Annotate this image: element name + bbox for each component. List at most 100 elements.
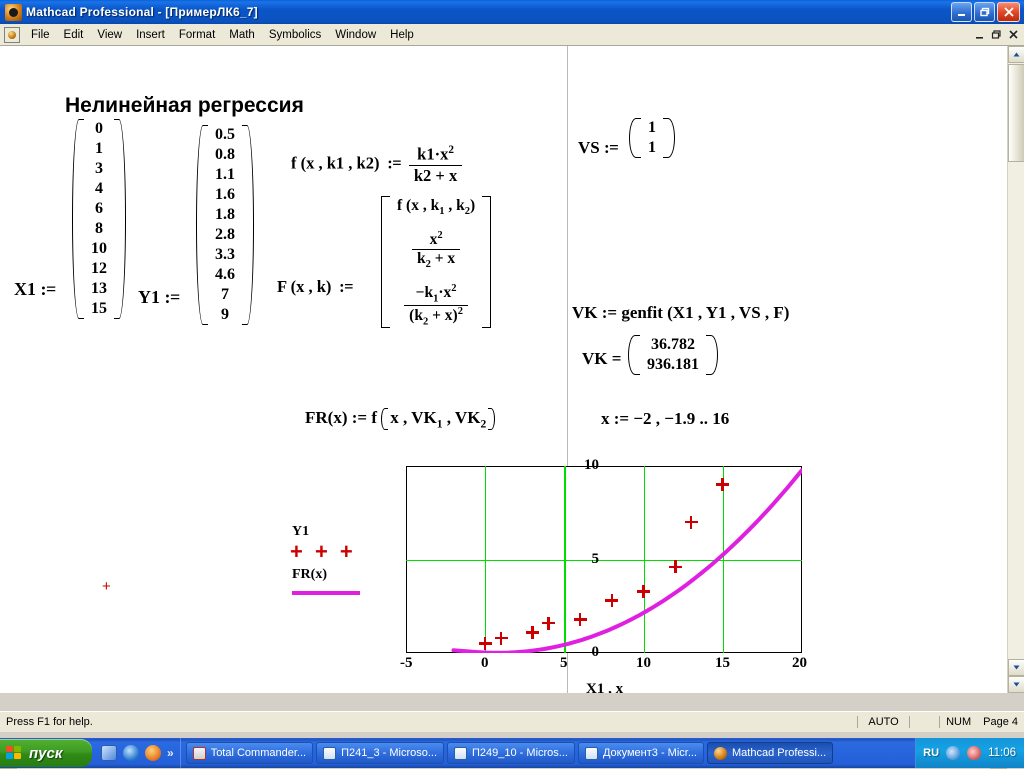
- x-axis-tick: 0: [481, 655, 489, 671]
- show-desktop-icon[interactable]: [101, 745, 117, 761]
- vector-paren-right: [242, 125, 254, 325]
- menu-format[interactable]: Format: [172, 27, 222, 43]
- mdi-minimize-button[interactable]: [971, 28, 987, 42]
- y1-label: Y1 :=: [138, 287, 180, 307]
- task-label: Mathcad Professi...: [732, 747, 827, 759]
- task-button[interactable]: Документ3 - Micr...: [577, 742, 704, 764]
- x1-value: 13: [91, 280, 107, 297]
- trace-label-y1: Y1: [292, 524, 310, 539]
- y1-value: 1.6: [215, 186, 235, 203]
- bigf-label: F (x , k) :=: [277, 277, 354, 296]
- start-button-label: пуск: [29, 744, 63, 762]
- bigf-row-3: −k1·x2 (k2 + x)2: [390, 282, 482, 328]
- start-button[interactable]: пуск: [0, 739, 92, 767]
- scroll-page-down-button[interactable]: [1008, 676, 1024, 693]
- mdi-close-button[interactable]: [1005, 28, 1021, 42]
- x1-value: 12: [91, 260, 107, 277]
- menu-file[interactable]: File: [24, 27, 57, 43]
- data-point: [526, 625, 540, 639]
- clock[interactable]: 11:06: [988, 747, 1016, 759]
- data-point: [637, 584, 651, 598]
- volume-icon[interactable]: [946, 746, 961, 760]
- y1-vector: 0.5 0.8 1.1 1.6 1.8 2.8 3.3 4.6 7 9: [196, 125, 254, 325]
- menu-window[interactable]: Window: [328, 27, 383, 43]
- language-indicator[interactable]: RU: [923, 747, 939, 759]
- bigf-matrix: f (x , k1 , k2) x2 k2 + x −k1·x2 (k2 + x…: [381, 196, 492, 328]
- xy-plot[interactable]: [406, 466, 802, 653]
- y1-value: 0.8: [215, 146, 235, 163]
- y1-value: 1.1: [215, 166, 235, 183]
- task-label: П241_3 - Microso...: [341, 747, 438, 759]
- data-point: [573, 612, 587, 626]
- y1-value: 4.6: [215, 266, 235, 283]
- x1-value: 1: [95, 140, 103, 157]
- x-axis-label: X1 , x: [586, 681, 624, 693]
- f-fraction: k1·x2 k2 + x: [408, 144, 463, 186]
- menu-view[interactable]: View: [90, 27, 129, 43]
- paren-left: [381, 408, 389, 431]
- mathcad-worksheet[interactable]: Нелинейная регрессия X1 := 0 1 3 4 6 8 1…: [0, 46, 1007, 693]
- task-button[interactable]: П249_10 - Micros...: [447, 742, 575, 764]
- internet-explorer-icon[interactable]: [123, 745, 139, 761]
- data-point: [684, 515, 698, 529]
- window-title-bar: Mathcad Professional - [ПримерЛК6_7]: [0, 0, 1024, 24]
- bigf-row-2: x2 k2 + x: [390, 229, 482, 271]
- trace-marker-y1: + + +: [290, 539, 356, 564]
- network-icon[interactable]: [967, 746, 982, 760]
- y-axis-tick: 5: [591, 551, 600, 567]
- task-button[interactable]: Total Commander...: [185, 742, 314, 764]
- minimize-button[interactable]: [951, 2, 972, 22]
- vertical-scrollbar[interactable]: [1007, 46, 1024, 693]
- data-point: [478, 637, 492, 651]
- bigf-row-1: f (x , k1 , k2): [397, 197, 476, 218]
- scroll-down-button[interactable]: [1008, 659, 1024, 676]
- menu-math[interactable]: Math: [222, 27, 262, 43]
- x1-value: 10: [91, 240, 107, 257]
- menu-help[interactable]: Help: [383, 27, 421, 43]
- mdi-restore-button[interactable]: [988, 28, 1004, 42]
- data-point: [668, 560, 682, 574]
- mdi-window-controls: [971, 28, 1024, 42]
- menu-edit[interactable]: Edit: [57, 27, 91, 43]
- task-button[interactable]: П241_3 - Microso...: [316, 742, 445, 764]
- trace-label-fr: FR(x): [292, 567, 327, 582]
- y1-value: 7: [221, 286, 229, 303]
- menu-insert[interactable]: Insert: [129, 27, 172, 43]
- vector-paren-left: [196, 125, 208, 325]
- vector-paren-right: [114, 119, 126, 319]
- y-axis-tick: 0: [591, 644, 600, 660]
- media-player-icon[interactable]: [145, 745, 161, 761]
- mathcad-icon: [5, 3, 22, 21]
- quicklaunch-more-icon[interactable]: »: [167, 746, 174, 760]
- status-auto[interactable]: AUTO: [857, 716, 909, 728]
- vk-value: 36.782: [651, 336, 695, 353]
- x1-value: 8: [95, 220, 103, 237]
- task-button-active[interactable]: Mathcad Professi...: [707, 742, 834, 764]
- x1-label: X1 :=: [14, 279, 56, 299]
- y-axis-tick: 10: [584, 457, 599, 473]
- menu-symbolics[interactable]: Symbolics: [262, 27, 328, 43]
- x1-vector: 0 1 3 4 6 8 10 12 13 15: [72, 119, 126, 319]
- fitted-curve-fr: [451, 468, 802, 653]
- x-axis-tick: 5: [560, 655, 568, 671]
- y1-value: 1.8: [215, 206, 235, 223]
- restore-button[interactable]: [974, 2, 995, 22]
- vector-paren-right: [663, 118, 675, 158]
- close-button[interactable]: [997, 2, 1020, 22]
- floppy-icon: [192, 746, 206, 760]
- scroll-up-button[interactable]: [1008, 46, 1024, 63]
- scroll-thumb[interactable]: [1008, 64, 1024, 162]
- vector-paren-left: [628, 335, 640, 375]
- status-num: NUM: [939, 716, 977, 728]
- vs-label: VS :=: [578, 138, 619, 157]
- document-system-icon[interactable]: [4, 26, 20, 43]
- data-point: [716, 478, 730, 492]
- word-icon: [323, 746, 337, 760]
- x-axis-tick: 15: [715, 655, 730, 671]
- x1-value: 15: [91, 300, 107, 317]
- fr-definition: FR(x) := f x , VK1 , VK2: [305, 408, 496, 431]
- matrix-bracket-left: [381, 196, 390, 328]
- x-axis-tick: 20: [792, 655, 807, 671]
- data-point: [542, 616, 556, 630]
- vk-value: 936.181: [647, 356, 699, 373]
